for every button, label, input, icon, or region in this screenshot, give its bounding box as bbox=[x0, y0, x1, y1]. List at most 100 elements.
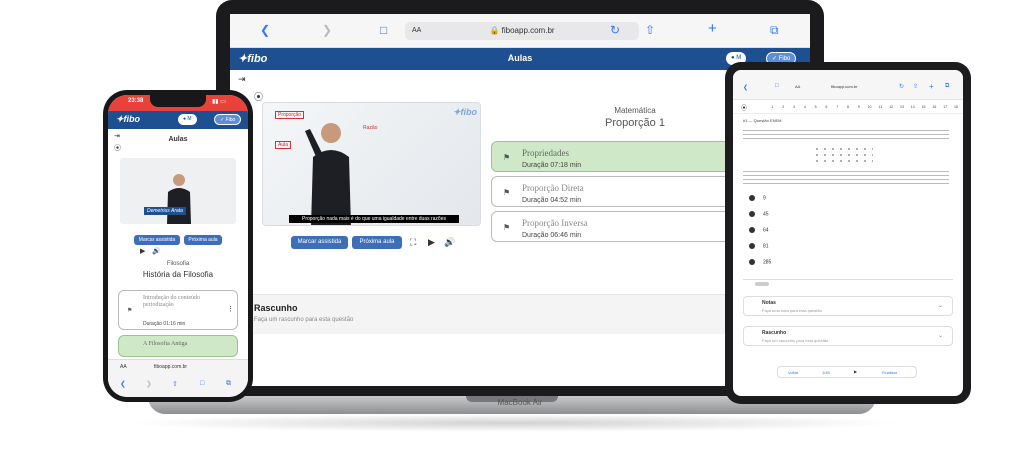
answer-option[interactable]: 45 bbox=[749, 211, 769, 217]
zoom-slider[interactable] bbox=[755, 282, 769, 286]
back-button[interactable]: Voltar bbox=[788, 370, 798, 375]
chevron-down-icon[interactable]: ⌄ bbox=[938, 332, 943, 339]
reader-aa-button[interactable]: AA bbox=[412, 22, 421, 40]
fullscreen-icon[interactable]: ⛶ bbox=[410, 237, 416, 248]
reader-aa-button[interactable]: AA bbox=[795, 84, 800, 89]
book-icon[interactable]: □ bbox=[775, 83, 779, 89]
video-player[interactable]: Demetrius Arata bbox=[120, 158, 236, 224]
reload-icon[interactable]: ↻ bbox=[899, 83, 904, 90]
lesson-duration: Duração 06:46 min bbox=[522, 232, 582, 239]
back-circle-icon[interactable]: ⦿ bbox=[114, 143, 121, 153]
question-number[interactable]: 7 bbox=[832, 105, 843, 109]
question-number[interactable]: 5 bbox=[810, 105, 821, 109]
collapse-sidebar-icon[interactable]: ⇥ bbox=[238, 74, 246, 85]
draft-card[interactable]: Rascunho Faça um rascunho para esta ques… bbox=[743, 326, 953, 346]
share-icon[interactable]: ⇧ bbox=[913, 83, 918, 90]
question-number-strip: ⦿ 1 2 3 4 5 6 7 8 9 10 11 12 13 14 15 16 17 18 bbox=[733, 102, 963, 114]
option-radio-icon bbox=[749, 243, 755, 249]
phone-screen: 23:38 ▮▮ ▭ ✦fibo ● M ✓ Fibo ⇥ ⦿ Aulas De… bbox=[108, 95, 248, 397]
subject-area: Filosofia bbox=[166, 261, 190, 267]
question-number[interactable]: 14 bbox=[907, 105, 918, 109]
answer-option[interactable]: 64 bbox=[749, 227, 769, 233]
question-number[interactable]: 6 bbox=[821, 105, 832, 109]
volume-icon[interactable]: 🔊 bbox=[152, 247, 161, 255]
lesson-title: Proporção Direta bbox=[522, 183, 584, 193]
address-text[interactable]: fiboapp.com.br bbox=[831, 84, 857, 89]
reader-aa-button[interactable]: AA bbox=[120, 364, 127, 370]
question-number[interactable]: 12 bbox=[886, 105, 897, 109]
share-icon[interactable]: ⇧ bbox=[645, 23, 655, 37]
fibo-logo[interactable]: ✦fibo bbox=[116, 114, 140, 125]
notes-card[interactable]: Notas Faça uma nota para esta questão ⌄ bbox=[743, 296, 953, 316]
signal-battery-icon: ▮▮ ▭ bbox=[212, 99, 226, 105]
back-circle-icon[interactable]: ⦿ bbox=[741, 103, 747, 112]
lesson-item[interactable]: ⚑ Propriedades Duração 07:18 min bbox=[491, 141, 741, 172]
tabs-icon[interactable]: ⧉ bbox=[226, 380, 231, 388]
finish-button[interactable]: Finalizar bbox=[882, 370, 897, 375]
video-player[interactable]: Proporção Razão Aula ✦fibo Proporção nad… bbox=[262, 102, 481, 226]
bookmark-icon[interactable]: ⚑ bbox=[503, 188, 510, 197]
more-options-icon[interactable]: ⋮ bbox=[227, 305, 234, 313]
question-number[interactable]: 1 bbox=[767, 105, 778, 109]
app-header: ✦fibo Aulas ● M ✓ Fibo bbox=[230, 48, 810, 70]
book-icon[interactable]: □ bbox=[200, 380, 204, 387]
answer-option[interactable]: 9 bbox=[749, 195, 766, 201]
question-figure bbox=[813, 146, 873, 164]
answer-option[interactable]: 81 bbox=[749, 243, 769, 249]
lesson-item[interactable]: ⚑ Proporção Direta Duração 04:52 min bbox=[491, 176, 741, 207]
address-text[interactable]: fiboapp.com.br bbox=[154, 364, 187, 370]
tabs-icon[interactable]: ⧉ bbox=[770, 23, 779, 38]
question-number[interactable]: 2 bbox=[778, 105, 789, 109]
user-button[interactable]: ● M bbox=[178, 114, 197, 125]
back-icon[interactable]: ❮ bbox=[743, 84, 748, 91]
mark-watched-button[interactable]: Marcar assistida bbox=[291, 236, 348, 249]
question-title: #1 — Questão ENEM bbox=[743, 118, 782, 123]
question-number[interactable]: 8 bbox=[843, 105, 854, 109]
question-number[interactable]: 11 bbox=[875, 105, 886, 109]
play-icon[interactable]: ▶ bbox=[140, 247, 145, 255]
next-class-button[interactable]: Próxima aula bbox=[352, 236, 402, 249]
question-number[interactable]: 13 bbox=[897, 105, 908, 109]
collapse-sidebar-icon[interactable]: ⇥ bbox=[114, 132, 120, 140]
lesson-item[interactable]: A Filosofia Antiga bbox=[118, 335, 238, 357]
new-tab-icon[interactable]: + bbox=[708, 20, 717, 37]
question-number[interactable]: 4 bbox=[799, 105, 810, 109]
tabs-icon[interactable]: ⧉ bbox=[945, 83, 949, 90]
bookmark-icon[interactable]: ⚑ bbox=[127, 307, 132, 314]
bookmark-icon[interactable]: ⚑ bbox=[503, 153, 510, 162]
question-number[interactable]: 15 bbox=[918, 105, 929, 109]
mark-watched-button[interactable]: Marcar assistida bbox=[134, 235, 180, 245]
new-tab-icon[interactable]: + bbox=[929, 82, 934, 91]
video-banner: Demetrius Arata bbox=[144, 207, 186, 215]
option-radio-icon bbox=[749, 195, 755, 201]
back-circle-icon[interactable]: ⦿ bbox=[254, 90, 263, 103]
lesson-item[interactable]: ⚑ Proporção Inversa Duração 06:46 min bbox=[491, 211, 741, 242]
fibo-profile-button[interactable]: ✓ Fibo bbox=[214, 114, 242, 125]
play-icon[interactable]: ▶ bbox=[428, 237, 435, 248]
question-number[interactable]: 18 bbox=[951, 105, 962, 109]
question-number[interactable]: 3 bbox=[789, 105, 800, 109]
volume-icon[interactable]: 🔊 bbox=[444, 237, 455, 248]
reload-icon[interactable]: ↻ bbox=[610, 23, 620, 37]
tablet-screen: ❮ □ AA fiboapp.com.br ↻ ⇧ + ⧉ ⦿ 12345678… bbox=[733, 70, 963, 396]
book-icon[interactable]: □ bbox=[380, 23, 387, 37]
chevron-down-icon[interactable]: ⌄ bbox=[938, 302, 943, 309]
lesson-item[interactable]: ⚑ Introdução do conteúdo periodização Du… bbox=[118, 290, 238, 330]
play-icon[interactable]: ▶ bbox=[854, 369, 857, 374]
next-class-button[interactable]: Próxima aula bbox=[184, 235, 222, 245]
address-bar[interactable]: 🔒 fiboapp.com.br bbox=[405, 22, 639, 40]
notes-subtitle: Faça uma nota para esta questão bbox=[762, 308, 822, 313]
answer-option[interactable]: 285 bbox=[749, 259, 771, 265]
question-number[interactable]: 9 bbox=[853, 105, 864, 109]
question-number[interactable]: 16 bbox=[929, 105, 940, 109]
fibo-logo[interactable]: ✦fibo bbox=[238, 52, 267, 65]
forward-icon[interactable]: ❯ bbox=[146, 380, 152, 388]
teacher-figure bbox=[305, 123, 351, 225]
bookmark-icon[interactable]: ⚑ bbox=[503, 223, 510, 232]
share-icon[interactable]: ⇧ bbox=[172, 380, 178, 388]
question-number[interactable]: 17 bbox=[940, 105, 951, 109]
question-number[interactable]: 10 bbox=[864, 105, 875, 109]
back-icon[interactable]: ❮ bbox=[260, 23, 270, 37]
back-icon[interactable]: ❮ bbox=[120, 380, 126, 388]
forward-icon[interactable]: ❯ bbox=[322, 23, 332, 37]
